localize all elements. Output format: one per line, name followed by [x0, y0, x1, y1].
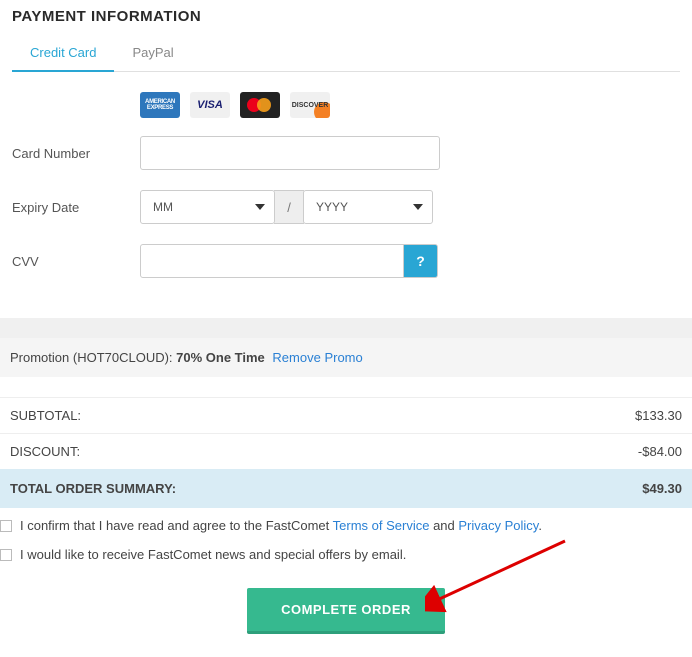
total-label: TOTAL ORDER SUMMARY: — [10, 481, 176, 496]
tos-link[interactable]: Terms of Service — [333, 518, 430, 533]
discover-icon: DISCOVER — [290, 92, 330, 118]
tab-credit-card[interactable]: Credit Card — [12, 35, 114, 72]
complete-order-button[interactable]: COMPLETE ORDER — [247, 588, 445, 634]
expiry-separator: / — [274, 190, 304, 224]
subtotal-value: $133.30 — [635, 408, 682, 423]
card-number-label: Card Number — [12, 146, 140, 161]
discount-label: DISCOUNT: — [10, 444, 80, 459]
expiry-month-select[interactable]: MM — [140, 190, 275, 224]
amex-icon: AMERICANEXPRESS — [140, 92, 180, 118]
cvv-label: CVV — [12, 254, 140, 269]
subtotal-row: SUBTOTAL: $133.30 — [0, 397, 692, 433]
section-title: PAYMENT INFORMATION — [12, 0, 680, 35]
privacy-link[interactable]: Privacy Policy — [458, 518, 538, 533]
remove-promo-link[interactable]: Remove Promo — [272, 350, 362, 365]
expiry-year-select[interactable]: YYYY — [303, 190, 433, 224]
promo-value: 70% One Time — [176, 350, 265, 365]
agree-text: I confirm that I have read and agree to … — [20, 518, 542, 533]
mastercard-icon — [240, 92, 280, 118]
newsletter-checkbox[interactable] — [0, 549, 12, 561]
card-logos: AMERICANEXPRESS VISA DISCOVER — [12, 92, 680, 118]
agree-checkbox[interactable] — [0, 520, 12, 532]
total-row: TOTAL ORDER SUMMARY: $49.30 — [0, 469, 692, 508]
discount-row: DISCOUNT: -$84.00 — [0, 433, 692, 469]
total-value: $49.30 — [642, 481, 682, 496]
card-number-input[interactable] — [140, 136, 440, 170]
tab-paypal[interactable]: PayPal — [114, 35, 191, 72]
cvv-input[interactable] — [140, 244, 404, 278]
promo-prefix: Promotion (HOT70CLOUD): — [10, 350, 176, 365]
promo-bar: Promotion (HOT70CLOUD): 70% One Time Rem… — [0, 338, 692, 377]
visa-icon: VISA — [190, 92, 230, 118]
newsletter-text: I would like to receive FastComet news a… — [20, 547, 406, 562]
expiry-label: Expiry Date — [12, 200, 140, 215]
discount-value: -$84.00 — [638, 444, 682, 459]
cvv-help-icon[interactable]: ? — [404, 244, 438, 278]
subtotal-label: SUBTOTAL: — [10, 408, 81, 423]
payment-tabs: Credit Card PayPal — [12, 35, 680, 72]
